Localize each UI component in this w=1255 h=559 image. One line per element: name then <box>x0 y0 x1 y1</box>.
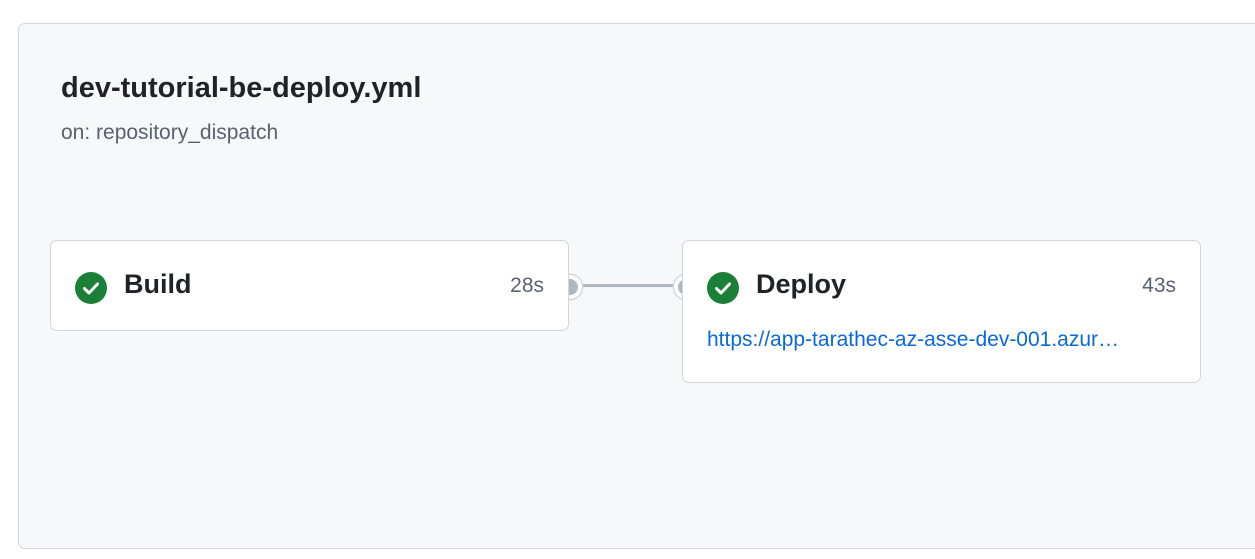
environment-url-link[interactable]: https://app-tarathec-az-asse-dev-001.azu… <box>707 328 1173 352</box>
success-check-icon <box>75 272 107 304</box>
job-duration: 28s <box>510 274 544 297</box>
job-duration: 43s <box>1142 274 1176 297</box>
job-name: Deploy <box>756 269 847 299</box>
job-card-deploy[interactable]: Deploy 43s https://app-tarathec-az-asse-… <box>682 240 1201 383</box>
job-card-build[interactable]: Build 28s <box>50 240 569 331</box>
workflow-title: dev-tutorial-be-deploy.yml <box>61 72 422 104</box>
job-name: Build <box>124 269 192 299</box>
job-connector-line <box>575 284 675 287</box>
success-check-icon <box>707 272 739 304</box>
workflow-trigger: on: repository_dispatch <box>61 121 279 144</box>
